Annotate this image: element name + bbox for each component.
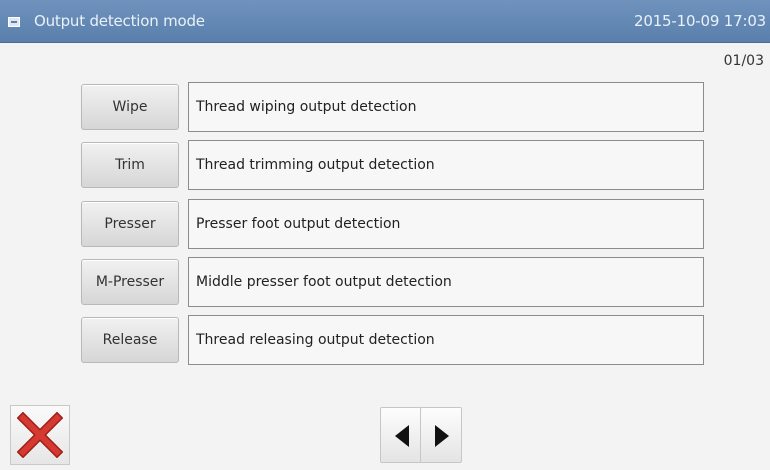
presser-description: Presser foot output detection [188, 199, 704, 249]
list-item-wipe: Wipe Thread wiping output detection [81, 82, 704, 132]
close-icon [17, 412, 63, 458]
datetime: 2015-10-09 17:03 [634, 12, 766, 30]
list-item-trim: Trim Thread trimming output detection [81, 140, 704, 190]
output-detection-screen: Output detection mode 2015-10-09 17:03 0… [0, 0, 770, 470]
page-indicator: 01/03 [723, 53, 764, 69]
next-page-button[interactable] [420, 407, 462, 463]
arrow-right-icon [435, 425, 449, 447]
wipe-button[interactable]: Wipe [81, 84, 179, 130]
window-icon [8, 17, 20, 27]
list-item-release: Release Thread releasing output detectio… [81, 315, 704, 365]
close-button[interactable] [10, 405, 70, 465]
release-description: Thread releasing output detection [188, 315, 704, 365]
presser-button[interactable]: Presser [81, 201, 179, 247]
trim-button[interactable]: Trim [81, 142, 179, 188]
arrow-left-icon [395, 425, 409, 447]
title-bar: Output detection mode 2015-10-09 17:03 [0, 0, 770, 43]
list-item-presser: Presser Presser foot output detection [81, 199, 704, 249]
window-title: Output detection mode [34, 12, 205, 30]
m-presser-button[interactable]: M-Presser [81, 259, 179, 305]
release-button[interactable]: Release [81, 317, 179, 363]
m-presser-description: Middle presser foot output detection [188, 257, 704, 307]
previous-page-button[interactable] [380, 407, 422, 463]
trim-description: Thread trimming output detection [188, 140, 704, 190]
wipe-description: Thread wiping output detection [188, 82, 704, 132]
list-item-m-presser: M-Presser Middle presser foot output det… [81, 257, 704, 307]
